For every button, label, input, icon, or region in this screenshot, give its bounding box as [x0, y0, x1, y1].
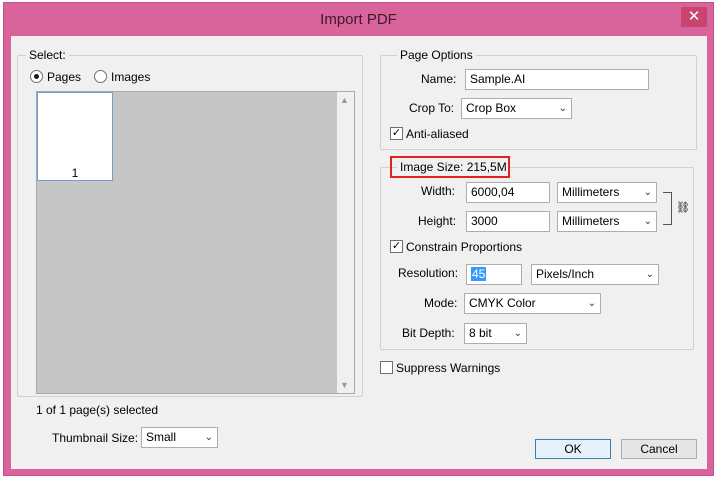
height-input[interactable]: 3000 — [466, 211, 550, 232]
dialog-body: Select: Pages Images 1 ▲ ▼ 1 of 1 page(s… — [11, 36, 707, 469]
crop-to-value: Crop Box — [466, 101, 517, 115]
image-size-group: Image Size: 215,5M Width: 6000,04 Millim… — [380, 160, 694, 350]
chevron-down-icon: ⌄ — [204, 432, 213, 443]
bit-depth-select[interactable]: 8 bit ⌄ — [464, 323, 527, 344]
images-radio-label[interactable]: Images — [111, 70, 150, 84]
pages-radio[interactable] — [30, 70, 43, 83]
thumbnail-size-select[interactable]: Small ⌄ — [141, 427, 218, 448]
pages-radio-label[interactable]: Pages — [47, 70, 81, 84]
constrain-proportions-checkbox[interactable]: ✓ — [390, 240, 403, 253]
height-value: 3000 — [471, 214, 498, 228]
thumbnail-scrollbar[interactable]: ▲ ▼ — [337, 92, 354, 393]
ok-button[interactable]: OK — [535, 439, 611, 459]
thumbnail-page-number: 1 — [71, 166, 79, 180]
suppress-warnings-label[interactable]: Suppress Warnings — [396, 361, 500, 375]
height-unit-select[interactable]: Millimeters ⌄ — [557, 211, 657, 232]
height-label: Height: — [418, 214, 457, 228]
mode-value: CMYK Color — [469, 296, 536, 310]
width-label: Width: — [421, 184, 456, 198]
thumbnail-panel[interactable]: 1 ▲ ▼ — [36, 91, 355, 394]
window-title: Import PDF — [320, 11, 397, 28]
name-input[interactable]: Sample.AI — [465, 69, 649, 90]
height-unit-value: Millimeters — [562, 214, 620, 228]
page-options-legend: Page Options — [397, 48, 476, 62]
checkmark-icon: ✓ — [391, 240, 402, 252]
page-options-group: Page Options Name: Sample.AI Crop To: Cr… — [380, 48, 697, 150]
scroll-up-icon[interactable]: ▲ — [340, 95, 349, 105]
thumbnail-size-label: Thumbnail Size: — [52, 431, 139, 445]
chevron-down-icon: ⌄ — [513, 328, 522, 339]
checkmark-icon: ✓ — [391, 127, 402, 139]
close-icon[interactable]: ✕ — [688, 8, 701, 25]
scroll-down-icon[interactable]: ▼ — [340, 380, 349, 390]
crop-to-select[interactable]: Crop Box ⌄ — [461, 98, 572, 119]
width-unit-select[interactable]: Millimeters ⌄ — [557, 182, 657, 203]
name-value: Sample.AI — [470, 72, 526, 86]
close-button[interactable]: ✕ — [681, 7, 707, 27]
antialiased-label[interactable]: Anti-aliased — [406, 127, 469, 141]
chevron-down-icon: ⌄ — [643, 216, 652, 227]
mode-select[interactable]: CMYK Color ⌄ — [464, 293, 601, 314]
image-size-highlight-box — [390, 156, 510, 178]
bit-depth-value: 8 bit — [469, 326, 492, 340]
width-input[interactable]: 6000,04 — [466, 182, 550, 203]
constrain-link-bracket — [663, 192, 672, 225]
chain-link-icon[interactable]: ⛓ — [676, 201, 690, 214]
crop-to-label: Crop To: — [409, 101, 455, 115]
resolution-unit-value: Pixels/Inch — [536, 267, 595, 281]
resolution-value: 45 — [471, 267, 487, 281]
resolution-unit-select[interactable]: Pixels/Inch ⌄ — [531, 264, 659, 285]
cancel-button[interactable]: Cancel — [621, 439, 697, 459]
import-pdf-window: Import PDF ✕ Select: Pages Images 1 ▲ ▼ … — [3, 2, 714, 476]
suppress-warnings-checkbox[interactable] — [380, 361, 393, 374]
resolution-input[interactable]: 45 — [466, 264, 522, 285]
pages-selected-status: 1 of 1 page(s) selected — [36, 403, 159, 417]
images-radio[interactable] — [94, 70, 107, 83]
chevron-down-icon: ⌄ — [587, 298, 596, 309]
thumbnail-size-value: Small — [146, 430, 177, 444]
chevron-down-icon: ⌄ — [558, 103, 567, 114]
width-value: 6000,04 — [471, 185, 515, 199]
chevron-down-icon: ⌄ — [643, 187, 652, 198]
constrain-proportions-label[interactable]: Constrain Proportions — [406, 240, 522, 254]
width-unit-value: Millimeters — [562, 185, 620, 199]
ok-button-label: OK — [564, 442, 582, 456]
select-legend: Select: — [26, 48, 69, 62]
bit-depth-label: Bit Depth: — [402, 326, 455, 340]
chevron-down-icon: ⌄ — [645, 269, 654, 280]
page-thumbnail[interactable]: 1 — [37, 92, 113, 181]
mode-label: Mode: — [424, 296, 458, 310]
cancel-button-label: Cancel — [640, 442, 678, 456]
antialiased-checkbox[interactable]: ✓ — [390, 127, 403, 140]
resolution-label: Resolution: — [398, 266, 459, 280]
name-label: Name: — [421, 72, 457, 86]
